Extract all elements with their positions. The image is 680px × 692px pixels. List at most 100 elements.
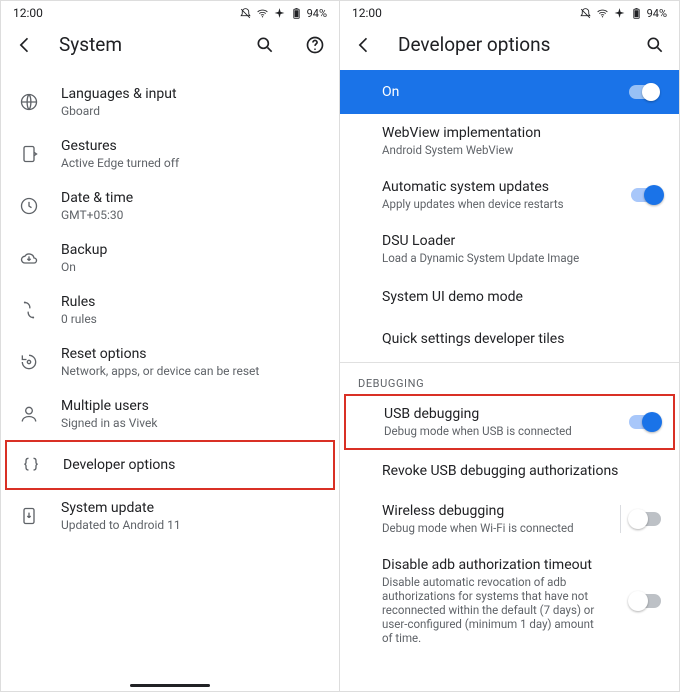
item-title: Date & time <box>61 190 323 206</box>
item-title: Rules <box>61 294 323 310</box>
update-icon <box>19 506 61 526</box>
item-subtitle: Apply updates when device restarts <box>382 197 602 211</box>
item-title: Disable adb authorization timeout <box>382 557 623 573</box>
item-subtitle: Android System WebView <box>382 143 602 157</box>
developer-options-list: WebView implementation Android System Web… <box>340 114 679 360</box>
toggle-switch[interactable] <box>629 415 659 429</box>
divider <box>340 362 679 363</box>
dev-item-automatic-system-updates[interactable]: Automatic system updates Apply updates wh… <box>340 168 679 222</box>
section-header-debugging: DEBUGGING <box>340 365 679 394</box>
page-title: Developer options <box>398 33 627 56</box>
battery-pct: 94% <box>307 7 327 20</box>
system-item-backup[interactable]: Backup On <box>1 232 339 284</box>
dev-item-webview-implementation[interactable]: WebView implementation Android System Web… <box>340 114 679 168</box>
developer-options-screen: 12:00 94% Developer options On WebView i… <box>340 0 680 692</box>
item-title: System update <box>61 500 323 516</box>
item-title: Gestures <box>61 138 323 154</box>
item-title: Languages & input <box>61 86 323 102</box>
system-item-developer-options[interactable]: Developer options <box>5 440 335 490</box>
toggle-switch[interactable] <box>631 512 661 526</box>
dev-item-dsu-loader[interactable]: DSU Loader Load a Dynamic System Update I… <box>340 222 679 276</box>
item-subtitle: Network, apps, or device can be reset <box>61 364 323 378</box>
developer-options-master-toggle[interactable]: On <box>340 70 679 114</box>
item-subtitle: Disable automatic revocation of adb auth… <box>382 575 602 645</box>
system-item-system-update[interactable]: System update Updated to Android 11 <box>1 490 339 542</box>
system-item-languages-input[interactable]: Languages & input Gboard <box>1 76 339 128</box>
system-settings-screen: 12:00 94% System Languages & input Gboard… <box>0 0 340 692</box>
item-title: Backup <box>61 242 323 258</box>
search-button[interactable] <box>255 35 275 55</box>
item-title: Automatic system updates <box>382 179 623 195</box>
master-toggle-label: On <box>382 84 629 100</box>
reset-icon <box>19 352 61 372</box>
item-title: Wireless debugging <box>382 503 612 519</box>
status-bar: 12:00 94% <box>1 1 339 23</box>
battery-pct: 94% <box>647 7 667 20</box>
system-item-rules[interactable]: Rules 0 rules <box>1 284 339 336</box>
item-title: WebView implementation <box>382 125 661 141</box>
dev-item-revoke-usb-debugging-authorizations[interactable]: Revoke USB debugging authorizations <box>340 450 679 492</box>
page-title: System <box>59 33 237 56</box>
cloud-icon <box>19 248 61 268</box>
battery-icon <box>630 7 643 20</box>
toggle-switch[interactable] <box>631 594 661 608</box>
item-subtitle: Updated to Android 11 <box>61 518 323 532</box>
help-button[interactable] <box>305 35 325 55</box>
status-time: 12:00 <box>352 6 382 20</box>
back-button[interactable] <box>15 35 35 55</box>
divider <box>620 505 621 533</box>
battery-icon <box>290 7 303 20</box>
status-icons: 94% <box>579 7 667 20</box>
back-button[interactable] <box>354 35 374 55</box>
wifi-icon <box>256 7 269 20</box>
dnd-icon <box>239 7 252 20</box>
master-toggle-switch[interactable] <box>629 85 659 99</box>
nav-indicator <box>130 684 210 687</box>
dev-item-quick-settings-developer-tiles[interactable]: Quick settings developer tiles <box>340 318 679 360</box>
airplane-icon <box>613 7 626 20</box>
item-title: Quick settings developer tiles <box>382 331 661 347</box>
item-title: USB debugging <box>384 406 621 422</box>
dev-item-disable-adb-authorization-timeout[interactable]: Disable adb authorization timeout Disable… <box>340 546 679 656</box>
braces-icon <box>21 455 63 475</box>
app-bar: System <box>1 23 339 70</box>
item-subtitle: Active Edge turned off <box>61 156 323 170</box>
item-title: Multiple users <box>61 398 323 414</box>
globe-icon <box>19 92 61 112</box>
clock-icon <box>19 196 61 216</box>
search-button[interactable] <box>645 35 665 55</box>
item-title: DSU Loader <box>382 233 661 249</box>
app-bar: Developer options <box>340 23 679 70</box>
airplane-icon <box>273 7 286 20</box>
system-item-date-time[interactable]: Date & time GMT+05:30 <box>1 180 339 232</box>
gestures-icon <box>19 144 61 164</box>
item-subtitle: Debug mode when Wi-Fi is connected <box>382 521 602 535</box>
rules-icon <box>19 300 61 320</box>
item-subtitle: Debug mode when USB is connected <box>384 424 604 438</box>
item-subtitle: 0 rules <box>61 312 323 326</box>
item-subtitle: On <box>61 260 323 274</box>
item-title: Developer options <box>63 457 317 473</box>
status-bar: 12:00 94% <box>340 1 679 23</box>
item-subtitle: Gboard <box>61 104 323 118</box>
item-subtitle: Load a Dynamic System Update Image <box>382 251 602 265</box>
dnd-icon <box>579 7 592 20</box>
item-title: Reset options <box>61 346 323 362</box>
status-time: 12:00 <box>13 6 43 20</box>
item-subtitle: Signed in as Vivek <box>61 416 323 430</box>
dev-item-wireless-debugging[interactable]: Wireless debugging Debug mode when Wi-Fi … <box>340 492 679 546</box>
system-item-multiple-users[interactable]: Multiple users Signed in as Vivek <box>1 388 339 440</box>
system-settings-list: Languages & input Gboard Gestures Active Ed… <box>1 70 339 542</box>
dev-item-usb-debugging[interactable]: USB debugging Debug mode when USB is conn… <box>344 394 675 450</box>
item-subtitle: GMT+05:30 <box>61 208 323 222</box>
dev-item-system-ui-demo-mode[interactable]: System UI demo mode <box>340 276 679 318</box>
debugging-list: USB debugging Debug mode when USB is conn… <box>340 394 679 656</box>
item-title: System UI demo mode <box>382 289 661 305</box>
status-icons: 94% <box>239 7 327 20</box>
wifi-icon <box>596 7 609 20</box>
toggle-switch[interactable] <box>631 188 661 202</box>
item-title: Revoke USB debugging authorizations <box>382 463 661 479</box>
system-item-gestures[interactable]: Gestures Active Edge turned off <box>1 128 339 180</box>
person-icon <box>19 404 61 424</box>
system-item-reset-options[interactable]: Reset options Network, apps, or device ca… <box>1 336 339 388</box>
